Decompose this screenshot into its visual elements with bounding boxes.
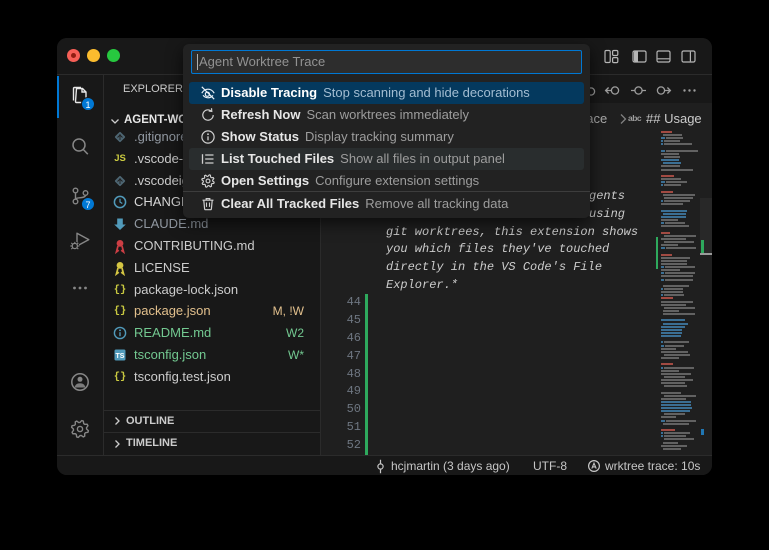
svg-text:abc: abc [628, 113, 642, 123]
svg-text:TS: TS [116, 353, 125, 360]
